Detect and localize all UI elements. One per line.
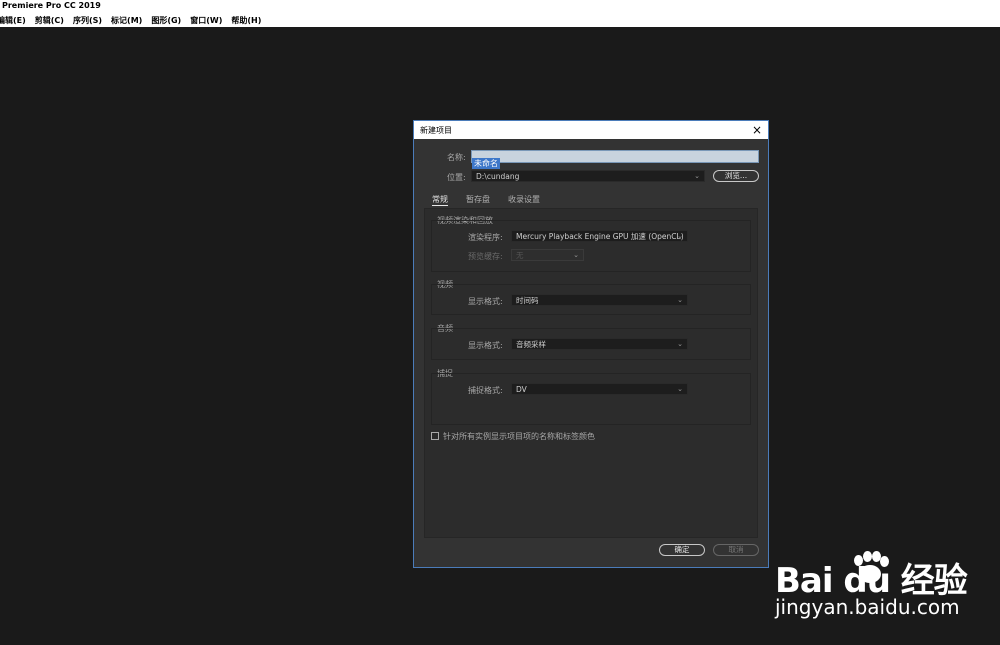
audio-display-format-value: 音频采样	[516, 340, 546, 349]
menu-window[interactable]: 窗口(W)	[190, 15, 222, 26]
capture-group	[431, 373, 751, 425]
app-title-bar: Premiere Pro CC 2019	[0, 0, 1000, 14]
menu-graphics[interactable]: 图形(G)	[151, 15, 181, 26]
audio-display-format-select[interactable]: 音频采样 ⌄	[511, 338, 688, 350]
render-group	[431, 220, 751, 272]
tab-scratch-disks[interactable]: 暂存盘	[466, 194, 490, 206]
location-select[interactable]: D:\cundang ⌄	[471, 170, 705, 182]
tab-general[interactable]: 常规	[432, 194, 448, 206]
browse-button[interactable]: 浏览...	[713, 170, 759, 182]
capture-format-value: DV	[516, 385, 527, 394]
project-name-value: 未命名	[472, 158, 500, 169]
chevron-down-icon: ⌄	[677, 385, 683, 393]
location-label: 位置:	[447, 173, 466, 182]
show-label-colors-checkbox[interactable]	[431, 432, 439, 440]
dialog-title: 新建项目	[420, 126, 452, 135]
chevron-down-icon: ⌄	[573, 251, 579, 259]
video-display-format-label: 显示格式:	[468, 297, 503, 306]
name-label: 名称:	[447, 153, 466, 162]
menu-sequence[interactable]: 序列(S)	[73, 15, 102, 26]
renderer-select[interactable]: Mercury Playback Engine GPU 加速 (OpenCL) …	[511, 230, 688, 242]
video-display-format-select[interactable]: 时间码 ⌄	[511, 294, 688, 306]
show-label-colors-label: 针对所有实例显示项目项的名称和标签颜色	[443, 432, 595, 441]
general-settings-panel: 视频渲染和回放 渲染程序: Mercury Playback Engine GP…	[424, 208, 758, 538]
chevron-down-icon: ⌄	[677, 232, 683, 240]
ok-button[interactable]: 确定	[659, 544, 705, 556]
menu-help[interactable]: 帮助(H)	[231, 15, 261, 26]
audio-display-format-label: 显示格式:	[468, 341, 503, 350]
preview-cache-label: 预览缓存:	[468, 252, 503, 261]
paw-icon	[851, 551, 889, 587]
watermark-url: jingyan.baidu.com	[775, 595, 960, 619]
chevron-down-icon: ⌄	[677, 340, 683, 348]
tab-ingest-settings[interactable]: 收录设置	[508, 194, 540, 206]
menu-clip[interactable]: 剪辑(C)	[35, 15, 64, 26]
dialog-tabs: 常规 暂存盘 收录设置	[432, 194, 540, 206]
capture-format-select[interactable]: DV ⌄	[511, 383, 688, 395]
chevron-down-icon: ⌄	[694, 172, 700, 180]
preview-cache-value: 无	[516, 251, 524, 260]
dialog-title-bar: 新建项目 ×	[414, 121, 768, 139]
renderer-value: Mercury Playback Engine GPU 加速 (OpenCL)	[516, 232, 684, 241]
close-icon[interactable]: ×	[752, 122, 762, 138]
chevron-down-icon: ⌄	[677, 296, 683, 304]
preview-cache-select: 无 ⌄	[511, 249, 584, 261]
renderer-label: 渲染程序:	[468, 233, 503, 242]
new-project-dialog: 新建项目 × 名称: 未命名 位置: D:\cundang ⌄ 浏览... 常规…	[413, 120, 769, 568]
menu-bar: 编辑(E) 剪辑(C) 序列(S) 标记(M) 图形(G) 窗口(W) 帮助(H…	[0, 14, 1000, 27]
project-name-input[interactable]: 未命名	[471, 150, 759, 169]
menu-edit[interactable]: 编辑(E)	[0, 15, 26, 26]
video-display-format-value: 时间码	[516, 296, 539, 305]
app-title: Premiere Pro CC 2019	[2, 1, 101, 10]
menu-markers[interactable]: 标记(M)	[111, 15, 142, 26]
location-value: D:\cundang	[476, 172, 520, 181]
baidu-watermark: Bai du 经验 jingyan.baidu.com	[775, 551, 968, 625]
cancel-button[interactable]: 取消	[713, 544, 759, 556]
capture-format-label: 捕捉格式:	[468, 386, 503, 395]
